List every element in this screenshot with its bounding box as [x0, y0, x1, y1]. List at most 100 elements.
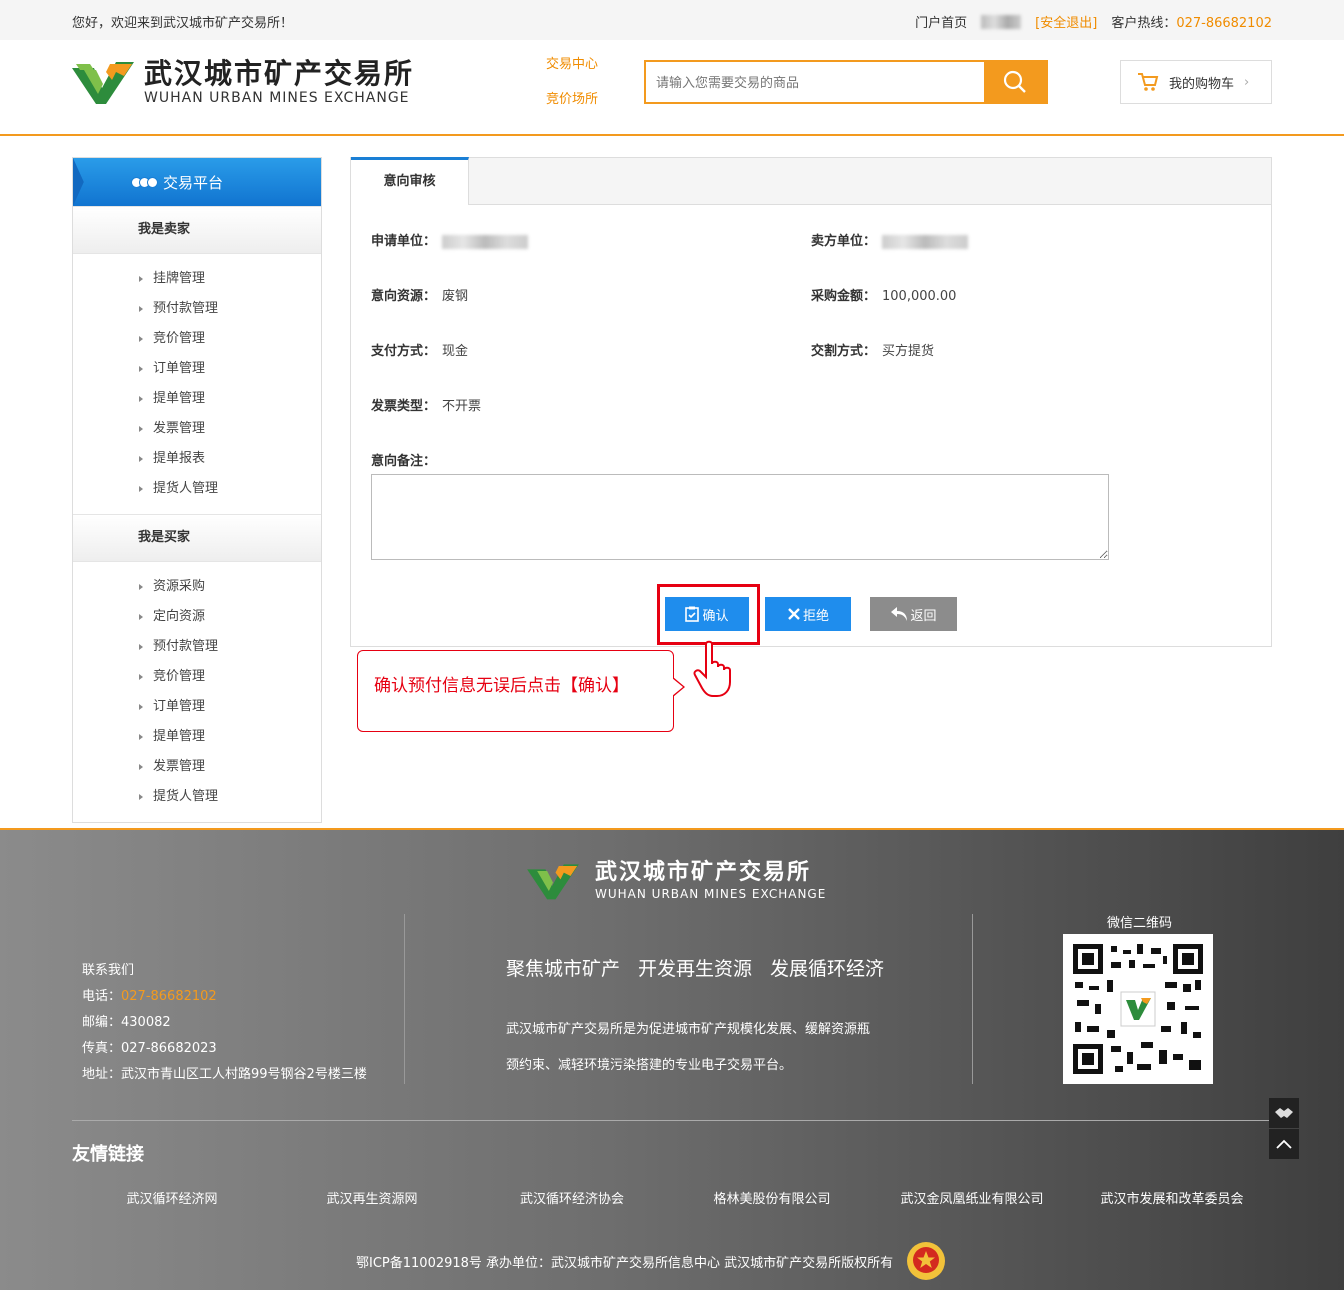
pointing-hand-icon — [693, 640, 731, 697]
search-bar — [644, 60, 1048, 104]
search-icon — [1003, 70, 1026, 93]
qr-title: 微信二维码 — [1107, 916, 1173, 931]
cart-button[interactable]: 我的购物车 › — [1120, 60, 1272, 104]
footer-logo-en: WUHAN URBAN MINES EXCHANGE — [595, 887, 827, 901]
tab-bar: 意向审核 — [351, 157, 1271, 205]
undo-arrow-icon — [891, 607, 908, 621]
wechat-qr-code — [1063, 934, 1213, 1084]
phone-label: 电话： — [82, 989, 122, 1004]
slogan-part: 聚焦城市矿产 — [506, 958, 621, 980]
site-logo[interactable]: 武汉城市矿产交易所 WUHAN URBAN MINES EXCHANGE — [72, 58, 414, 106]
back-button[interactable]: 返回 — [870, 597, 957, 631]
friend-link[interactable]: 武汉再生资源网 — [272, 1188, 472, 1207]
handshake-icon — [1275, 1108, 1293, 1118]
footer-divider — [72, 1120, 1272, 1121]
floating-tools — [1269, 1098, 1299, 1160]
search-input[interactable] — [646, 62, 984, 102]
chevron-right-icon: › — [1244, 74, 1250, 90]
buyer-group-title[interactable]: 我是买家 — [73, 514, 321, 562]
nav-auction-venue[interactable]: 竞价场所 — [546, 91, 598, 109]
sidebar-arrow-icon — [73, 158, 84, 206]
applicant-label: 申请单位： — [371, 234, 437, 249]
sidebar-item-bill-of-lading[interactable]: 提单管理 — [73, 384, 321, 414]
callout-text: 确认预付信息无误后点击【确认】 — [374, 676, 629, 696]
top-bar: 您好，欢迎来到武汉城市矿产交易所！ 门户首页 [安全退出] 客户热线：027-8… — [0, 0, 1344, 40]
remark-label: 意向备注： — [371, 454, 437, 469]
hotline-label: 客户热线： — [1111, 16, 1177, 31]
seller-group-title[interactable]: 我是卖家 — [73, 206, 321, 254]
friend-link[interactable]: 武汉市发展和改革委员会 — [1072, 1188, 1272, 1207]
confirm-label: 确认 — [702, 608, 729, 624]
menu-label: 提单管理 — [153, 391, 206, 406]
portal-home-link[interactable]: 门户首页 — [915, 12, 967, 31]
copyright: 鄂ICP备11002918号 承办单位：武汉城市矿产交易所信息中心 武汉城市矿产… — [356, 1240, 947, 1282]
sidebar-item-bidding[interactable]: 竞价管理 — [73, 662, 321, 692]
sidebar-item-prepayment[interactable]: 预付款管理 — [73, 632, 321, 662]
chevron-up-icon — [1276, 1139, 1292, 1149]
sidebar-item-invoices[interactable]: 发票管理 — [73, 414, 321, 444]
payment-label: 支付方式： — [371, 344, 437, 359]
phone-value: 027-86682102 — [121, 989, 217, 1004]
sidebar-item-lading-report[interactable]: 提单报表 — [73, 444, 321, 474]
sidebar-item-prepayment[interactable]: 预付款管理 — [73, 294, 321, 324]
menu-label: 竞价管理 — [153, 669, 206, 684]
sidebar-item-pickup-persons[interactable]: 提货人管理 — [73, 474, 321, 504]
remark-textarea[interactable] — [371, 474, 1109, 560]
back-to-top-button[interactable] — [1269, 1129, 1299, 1159]
menu-label: 提单报表 — [153, 451, 206, 466]
clipboard-check-icon — [685, 606, 700, 622]
delivery-label: 交割方式： — [811, 344, 877, 359]
menu-label: 提单管理 — [153, 729, 206, 744]
menu-label: 资源采购 — [153, 579, 206, 594]
contact-fax: 传真：027-86682023 — [82, 1041, 217, 1056]
divider — [972, 914, 973, 1084]
search-button[interactable] — [984, 62, 1046, 102]
username-redacted — [981, 14, 1022, 29]
footer-logo-cn: 武汉城市矿产交易所 — [595, 860, 812, 885]
sidebar-item-bidding[interactable]: 竞价管理 — [73, 324, 321, 354]
contact-info: 联系我们 电话：027-86682102 邮编：430082 传真：027-86… — [82, 958, 367, 1088]
seller-field: 卖方单位： — [811, 230, 969, 249]
sidebar-item-listing[interactable]: 挂牌管理 — [73, 264, 321, 294]
friend-link[interactable]: 武汉循环经济协会 — [472, 1188, 672, 1207]
menu-label: 预付款管理 — [153, 639, 219, 654]
menu-label: 订单管理 — [153, 699, 206, 714]
seller-label: 卖方单位： — [811, 234, 877, 249]
logo-title-cn: 武汉城市矿产交易所 — [144, 57, 415, 90]
sidebar-item-pickup-persons[interactable]: 提货人管理 — [73, 782, 321, 812]
menu-label: 发票管理 — [153, 759, 206, 774]
sidebar-item-invoices[interactable]: 发票管理 — [73, 752, 321, 782]
friendly-links: 武汉循环经济网 武汉再生资源网 武汉循环经济协会 格林美股份有限公司 武汉金凤凰… — [72, 1188, 1272, 1207]
nav-trading-center[interactable]: 交易中心 — [546, 56, 598, 74]
confirm-button[interactable]: 确认 — [665, 597, 749, 631]
sidebar-item-procurement[interactable]: 资源采购 — [73, 572, 321, 602]
footer: 武汉城市矿产交易所 WUHAN URBAN MINES EXCHANGE 联系我… — [0, 828, 1344, 1290]
friend-link[interactable]: 格林美股份有限公司 — [672, 1188, 872, 1207]
tab-intent-review[interactable]: 意向审核 — [351, 157, 469, 205]
slogan: 聚焦城市矿产 开发再生资源 发展循环经济 — [506, 954, 902, 981]
reject-button[interactable]: 拒绝 — [765, 597, 851, 631]
friend-link[interactable]: 武汉金凤凰纸业有限公司 — [872, 1188, 1072, 1207]
menu-label: 定向资源 — [153, 609, 206, 624]
header: 武汉城市矿产交易所 WUHAN URBAN MINES EXCHANGE 交易中… — [0, 40, 1344, 136]
service-button[interactable] — [1269, 1098, 1299, 1128]
police-badge-icon — [907, 1242, 946, 1280]
menu-label: 竞价管理 — [153, 331, 206, 346]
sidebar-item-orders[interactable]: 订单管理 — [73, 692, 321, 722]
logo-mark-icon — [72, 62, 134, 104]
invoice-value: 不开票 — [442, 399, 482, 414]
invoice-field: 发票类型： 不开票 — [371, 395, 481, 414]
contact-phone: 电话：027-86682102 — [82, 984, 367, 1010]
header-nav: 交易中心 竞价场所 — [546, 56, 598, 126]
sidebar-item-directed-resources[interactable]: 定向资源 — [73, 602, 321, 632]
logout-link[interactable]: [安全退出] — [1035, 12, 1097, 31]
sidebar-item-bill-of-lading[interactable]: 提单管理 — [73, 722, 321, 752]
menu-label: 订单管理 — [153, 361, 206, 376]
amount-value: 100,000.00 — [882, 289, 957, 304]
seller-value-redacted — [882, 234, 969, 249]
friend-link[interactable]: 武汉循环经济网 — [72, 1188, 272, 1207]
delivery-field: 交割方式： 买方提货 — [811, 340, 934, 359]
sidebar-header: 交易平台 — [73, 158, 321, 206]
reject-label: 拒绝 — [802, 608, 829, 624]
sidebar-item-orders[interactable]: 订单管理 — [73, 354, 321, 384]
